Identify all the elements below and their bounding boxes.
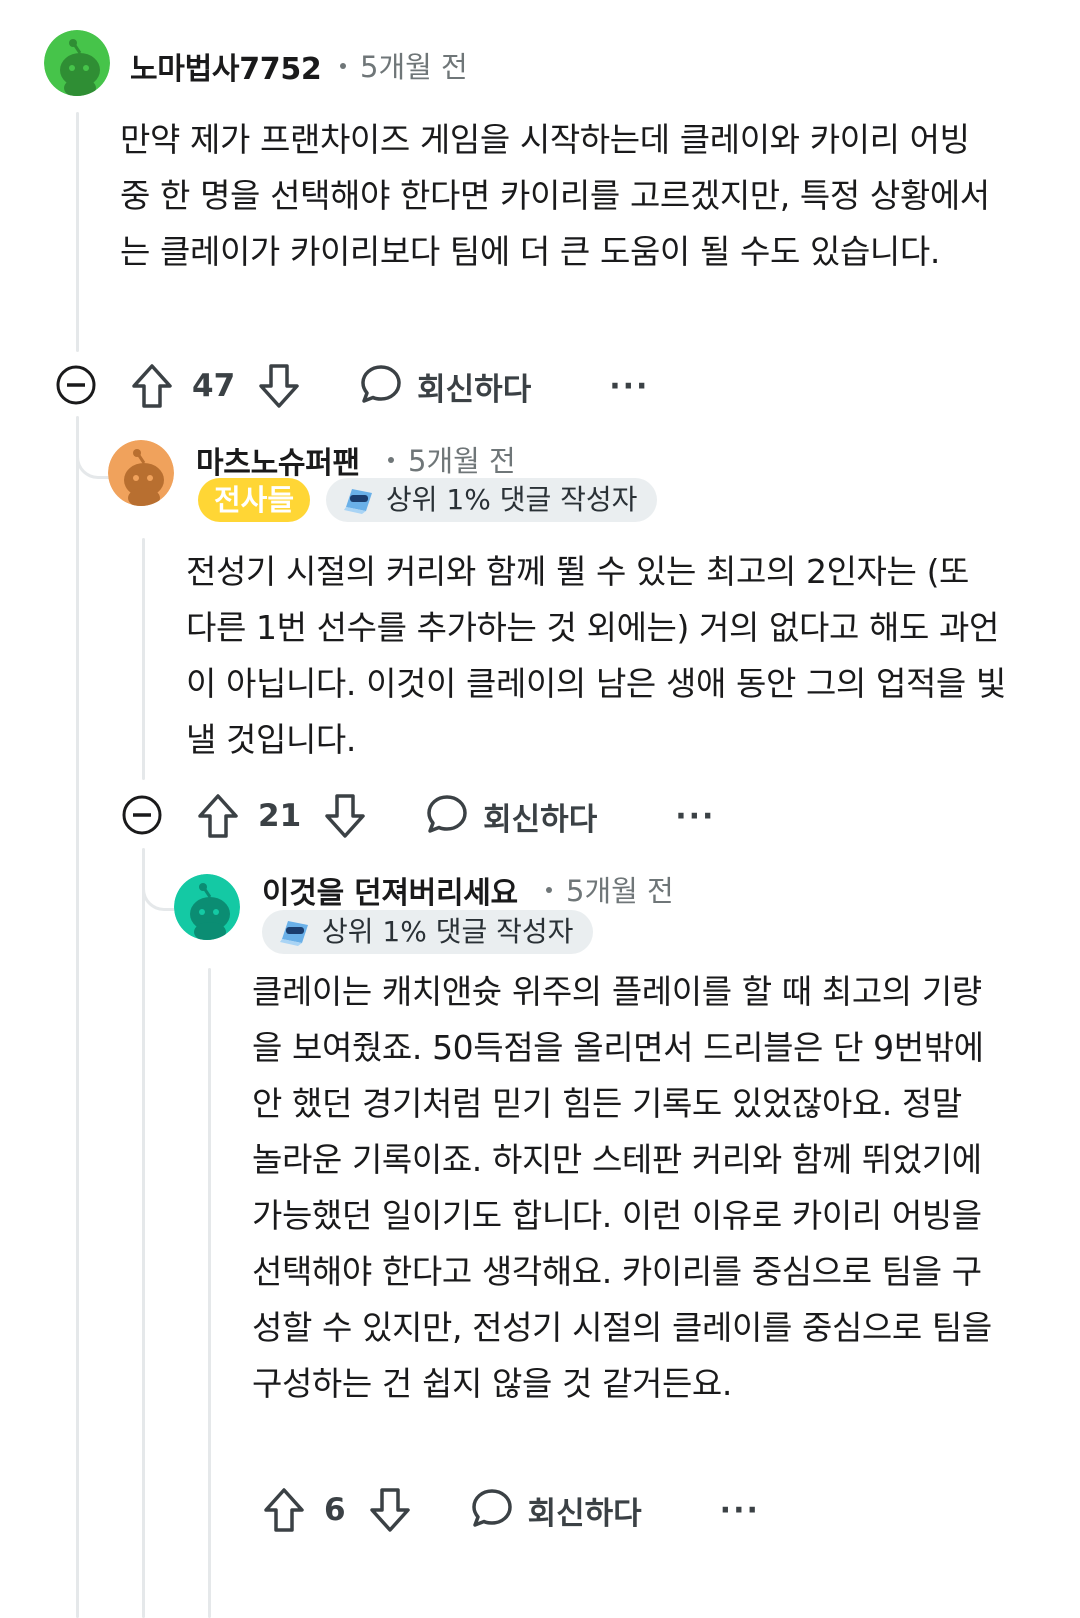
collapse-icon[interactable] [121,794,163,840]
user-flair: 전사들 [198,478,311,522]
comment-actions: 21 회신하다 ··· [196,786,715,846]
reply-label: 회신하다 [417,371,532,408]
downvote-icon[interactable] [257,362,301,410]
thread-line-2-cont [142,848,145,1618]
comment-body: 만약 제가 프랜차이즈 게임을 시작하는데 클레이와 카이리 어빙 중 한 명을… [120,120,990,271]
upvote-icon[interactable] [196,792,240,840]
more-options-icon[interactable]: ··· [609,369,649,404]
avatar[interactable] [174,874,240,940]
reply-button[interactable]: 회신하다 [470,1486,642,1534]
more-options-icon[interactable]: ··· [675,799,715,834]
vote-count: 47 [192,368,236,404]
badge-icon [278,917,312,947]
downvote-icon[interactable] [323,792,367,840]
vote-count: 21 [258,798,302,834]
thread-line-3 [208,968,211,1618]
collapse-icon[interactable] [55,364,97,410]
timestamp: 5개월 전 [546,868,674,910]
thread-line-2 [142,538,145,780]
top-commenter-badge: 상위 1% 댓글 작성자 [326,478,658,522]
downvote-icon[interactable] [368,1486,412,1534]
username[interactable]: 이것을 던져버리세요 [262,868,518,912]
vote-count: 6 [324,1492,346,1528]
timestamp: 5개월 전 [388,438,516,480]
comment-icon [425,792,469,840]
comment-icon [359,362,403,410]
comment-actions: 47 회신하다 ··· [130,356,649,416]
reply-button[interactable]: 회신하다 [359,362,531,410]
username[interactable]: 노마법사7752 [130,44,322,88]
thread-line-1-cont [76,416,79,1618]
badge-label: 상위 1% 댓글 작성자 [322,915,574,948]
reply-label: 회신하다 [483,801,598,838]
comment-actions: 6 회신하다 ··· [262,1480,760,1540]
avatar[interactable] [108,440,174,506]
timestamp: 5개월 전 [340,44,468,86]
reply-label: 회신하다 [527,1495,642,1532]
badge-label: 상위 1% 댓글 작성자 [386,483,638,516]
more-options-icon[interactable]: ··· [720,1493,760,1528]
comment-icon [470,1486,514,1534]
comment-body: 클레이는 캐치앤슛 위주의 플레이를 할 때 최고의 기량을 보여줬죠. 50득… [252,972,992,1403]
reply-button[interactable]: 회신하다 [425,792,597,840]
upvote-icon[interactable] [130,362,174,410]
comment-body: 전성기 시절의 커리와 함께 뛸 수 있는 최고의 2인자는 (또 다른 1번 … [186,552,1006,759]
username[interactable]: 마츠노슈퍼팬 [196,438,360,482]
thread-line-1 [76,112,79,352]
badge-icon [342,485,376,515]
avatar[interactable] [44,30,110,96]
upvote-icon[interactable] [262,1486,306,1534]
top-commenter-badge: 상위 1% 댓글 작성자 [262,910,594,954]
